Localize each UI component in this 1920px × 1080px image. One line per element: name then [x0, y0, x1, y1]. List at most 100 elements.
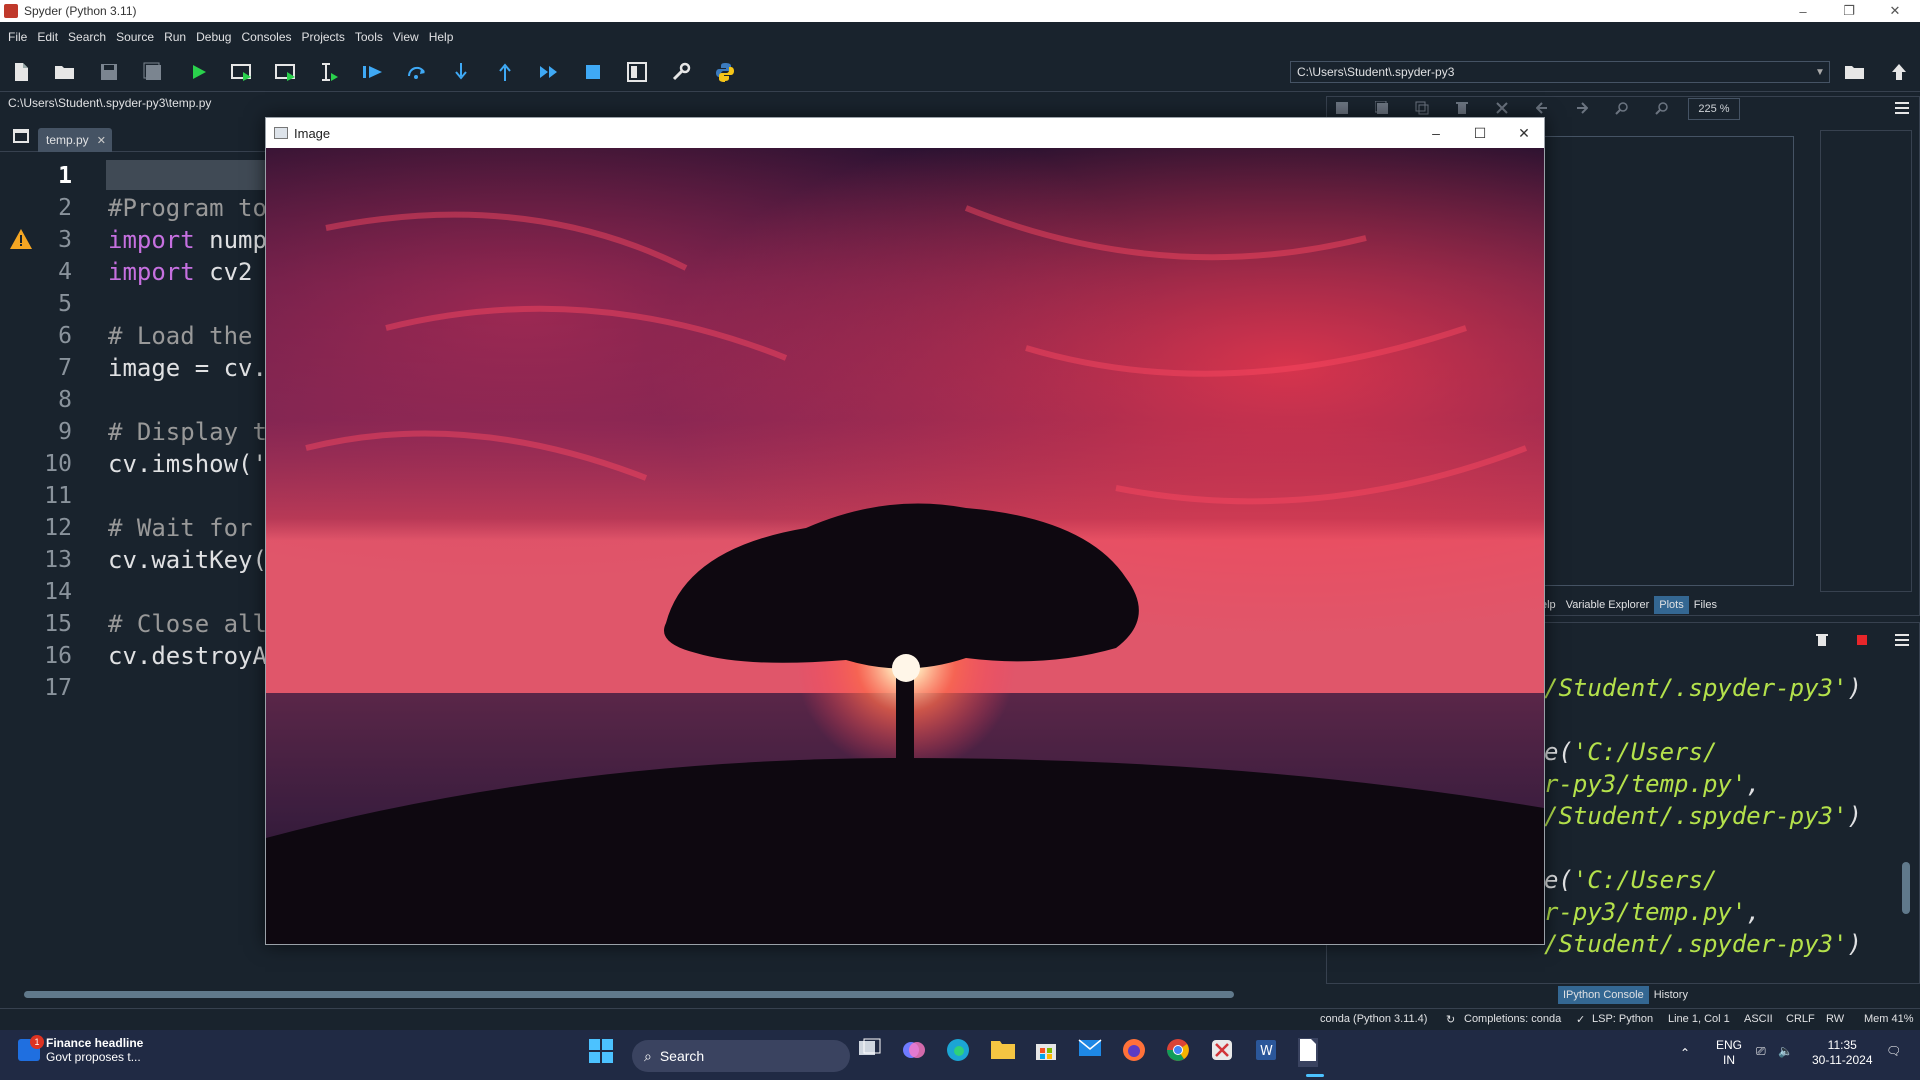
python-path-icon[interactable] — [712, 60, 738, 84]
status-completions[interactable]: Completions: conda — [1464, 1013, 1561, 1025]
minimize-icon[interactable]: – — [1414, 118, 1458, 148]
file-explorer-icon[interactable] — [990, 1038, 1016, 1065]
step-icon[interactable] — [404, 60, 430, 84]
menu-help[interactable]: Help — [429, 30, 454, 44]
snipping-tool-icon[interactable] — [1210, 1038, 1234, 1067]
interrupt-kernel-icon[interactable] — [1850, 628, 1874, 652]
menu-tools[interactable]: Tools — [355, 30, 383, 44]
code-line[interactable]: cv.waitKey( — [108, 544, 267, 576]
menu-view[interactable]: View — [393, 30, 419, 44]
next-plot-icon[interactable] — [1570, 96, 1594, 120]
chevron-down-icon[interactable]: ▼ — [1812, 62, 1828, 82]
code-line[interactable]: # Close all — [108, 608, 267, 640]
close-icon[interactable]: ✕ — [1872, 0, 1918, 22]
folder-browse-icon[interactable] — [1842, 60, 1868, 84]
news-widget[interactable]: 1 Finance headline Govt proposes t... — [18, 1035, 143, 1064]
console-string: 'C:/Users/ — [1572, 738, 1718, 766]
zoom-level-display[interactable]: 225 % — [1688, 98, 1740, 120]
scrollbar-thumb[interactable] — [24, 991, 1234, 998]
maximize-pane-icon[interactable] — [624, 60, 650, 84]
menu-file[interactable]: File — [8, 30, 27, 44]
save-icon[interactable] — [96, 60, 122, 84]
code-line[interactable]: import cv2 — [108, 256, 253, 288]
console-vertical-scrollbar[interactable] — [1900, 662, 1912, 972]
current-line-highlight — [106, 160, 270, 190]
tab-ipython-console[interactable]: IPython Console — [1558, 986, 1649, 1004]
edge-icon[interactable] — [946, 1038, 970, 1067]
stop-icon[interactable] — [580, 60, 606, 84]
run-cell-icon[interactable] — [229, 60, 255, 84]
volume-icon[interactable]: 🔈 — [1778, 1044, 1793, 1059]
minimize-icon[interactable]: – — [1780, 0, 1826, 22]
run-icon[interactable] — [186, 60, 212, 84]
task-view-icon[interactable] — [858, 1038, 882, 1063]
menu-edit[interactable]: Edit — [37, 30, 58, 44]
code-line[interactable]: # Load the — [108, 320, 253, 352]
tab-plots[interactable]: Plots — [1654, 596, 1689, 614]
windows-start-icon[interactable] — [588, 1038, 614, 1069]
firefox-icon[interactable] — [1122, 1038, 1146, 1067]
code-line[interactable]: #Program to — [108, 192, 267, 224]
network-icon[interactable]: ⎚ — [1756, 1044, 1766, 1059]
status-conda-env[interactable]: conda (Python 3.11.4) — [1320, 1013, 1427, 1025]
preferences-icon[interactable] — [668, 60, 694, 84]
save-all-icon[interactable] — [140, 60, 166, 84]
browse-tabs-icon[interactable] — [8, 124, 34, 148]
ms-store-icon[interactable] — [1034, 1038, 1058, 1067]
code-line[interactable]: import nump — [108, 224, 267, 256]
maximize-icon[interactable]: ☐ — [1458, 118, 1502, 148]
open-file-icon[interactable] — [52, 60, 78, 84]
menu-search[interactable]: Search — [68, 30, 106, 44]
tab-history[interactable]: History — [1649, 986, 1693, 1004]
status-lsp[interactable]: LSP: Python — [1592, 1013, 1653, 1025]
zoom-out-icon[interactable] — [1650, 96, 1674, 120]
code-line[interactable]: # Display t — [108, 416, 267, 448]
zoom-in-icon[interactable] — [1610, 96, 1634, 120]
pane-options-icon[interactable] — [1890, 96, 1914, 120]
notepad-icon[interactable] — [1298, 1038, 1318, 1067]
notifications-icon[interactable]: 🗨 — [1886, 1044, 1901, 1059]
working-directory-input[interactable]: C:\Users\Student\.spyder-py3 — [1290, 61, 1830, 83]
image-window-titlebar[interactable]: Image – ☐ ✕ — [266, 118, 1544, 148]
image-window-icon — [274, 127, 288, 139]
tray-overflow-icon[interactable]: ⌃ — [1680, 1046, 1690, 1061]
run-selection-icon[interactable] — [316, 60, 342, 84]
mail-icon[interactable] — [1078, 1038, 1102, 1063]
menu-source[interactable]: Source — [116, 30, 154, 44]
language-indicator[interactable]: ENG IN — [1716, 1038, 1742, 1068]
chrome-icon[interactable] — [1166, 1038, 1190, 1067]
code-line[interactable]: # Wait for — [108, 512, 253, 544]
run-cell-advance-icon[interactable] — [273, 60, 299, 84]
menu-run[interactable]: Run — [164, 30, 186, 44]
code-line[interactable]: cv.imshow(' — [108, 448, 267, 480]
copilot-icon[interactable] — [902, 1038, 926, 1067]
editor-horizontal-scrollbar[interactable] — [10, 988, 1310, 1000]
step-return-icon[interactable] — [492, 60, 518, 84]
parent-directory-icon[interactable] — [1886, 60, 1912, 84]
code-line[interactable]: cv.destroyA — [108, 640, 267, 672]
code-line[interactable]: image = cv. — [108, 352, 267, 384]
debug-icon[interactable] — [360, 60, 386, 84]
clear-console-icon[interactable] — [1810, 628, 1834, 652]
continue-icon[interactable] — [536, 60, 562, 84]
console-text: e( — [1544, 738, 1573, 766]
tab-temp-py[interactable]: temp.py ✕ — [38, 128, 112, 152]
warning-icon[interactable] — [9, 228, 33, 250]
clock[interactable]: 11:35 30-11-2024 — [1812, 1038, 1873, 1068]
tab-variable-explorer[interactable]: Variable Explorer — [1561, 596, 1655, 614]
close-icon[interactable]: ✕ — [1502, 118, 1546, 148]
console-line: e('C:/Users/ — [1544, 864, 1717, 896]
menu-consoles[interactable]: Consoles — [241, 30, 291, 44]
close-tab-icon[interactable]: ✕ — [97, 134, 106, 147]
menu-debug[interactable]: Debug — [196, 30, 231, 44]
image-window[interactable]: Image – ☐ ✕ — [265, 117, 1545, 945]
new-file-icon[interactable] — [8, 60, 34, 84]
tab-files[interactable]: Files — [1689, 596, 1722, 614]
scrollbar-thumb[interactable] — [1902, 862, 1910, 914]
taskbar-search[interactable]: ⌕ Search — [632, 1040, 850, 1072]
console-options-icon[interactable] — [1890, 628, 1914, 652]
step-into-icon[interactable] — [448, 60, 474, 84]
menu-projects[interactable]: Projects — [302, 30, 345, 44]
maximize-icon[interactable]: ❐ — [1826, 0, 1872, 22]
word-icon[interactable]: W — [1254, 1038, 1278, 1067]
